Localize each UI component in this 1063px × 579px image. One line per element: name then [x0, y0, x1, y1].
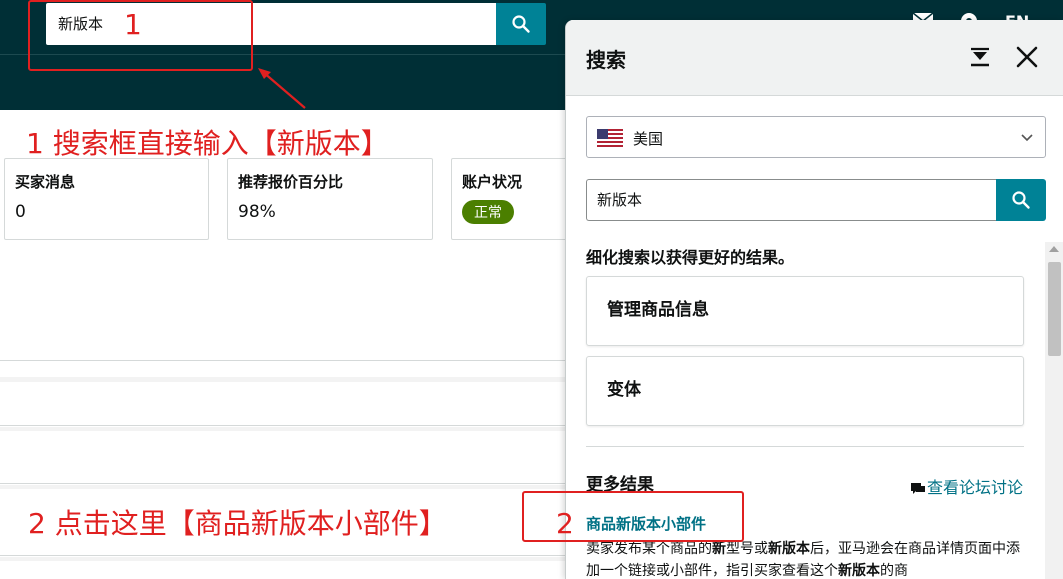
search-icon — [1012, 191, 1030, 209]
chevron-down-icon — [1021, 134, 1033, 142]
forum-link-label: 查看论坛讨论 — [927, 478, 1024, 497]
scroll-up-arrow[interactable] — [1049, 246, 1059, 252]
scroll-thumb[interactable] — [1048, 262, 1061, 356]
country-label: 美国 — [633, 130, 664, 148]
divider — [0, 555, 565, 556]
country-select[interactable]: 美国 — [586, 116, 1046, 158]
section-band — [0, 557, 565, 561]
forum-discussion-link[interactable]: 查看论坛讨论 — [911, 474, 1023, 498]
close-icon[interactable] — [1014, 44, 1040, 70]
annotation-number-1: 1 — [124, 8, 142, 41]
us-flag-icon — [597, 129, 623, 147]
panel-search-button[interactable] — [996, 179, 1046, 221]
divider — [0, 360, 565, 361]
card-buyer-messages[interactable]: 买家消息 0 — [4, 158, 209, 240]
section-band — [0, 485, 565, 489]
card-account-health[interactable]: 账户状况 正常 — [451, 158, 581, 240]
result-description: 卖家发布某个商品的新型号或新版本后，亚马逊会在商品详情页面中添加一个链接或小部件… — [586, 541, 1020, 579]
panel-scrollbar[interactable] — [1045, 242, 1063, 579]
card-value: 0 — [15, 202, 26, 222]
status-badge: 正常 — [462, 200, 514, 224]
annotation-arrow — [258, 68, 306, 109]
top-search-button[interactable] — [496, 3, 546, 45]
refine-option-manage-listings[interactable]: 管理商品信息 — [586, 276, 1024, 346]
card-featured-offer-percent[interactable]: 推荐报价百分比 98% — [227, 158, 433, 240]
search-icon — [512, 15, 530, 33]
card-value: 98% — [238, 202, 276, 222]
card-title: 账户状况 — [462, 173, 523, 191]
annotation-number-2: 2 — [556, 507, 574, 540]
dock-bottom-icon[interactable] — [968, 46, 992, 70]
divider — [0, 425, 565, 426]
card-title: 买家消息 — [15, 173, 76, 191]
refine-hint: 细化搜索以获得更好的结果。 — [586, 248, 795, 267]
chat-icon — [911, 482, 925, 494]
annotation-step-2: 2 点击这里【商品新版本小部件】 — [28, 507, 447, 540]
divider — [0, 483, 565, 484]
divider — [586, 446, 1024, 447]
annotation-step-1: 1 搜索框直接输入【新版本】 — [26, 127, 389, 160]
panel-title: 搜索 — [586, 48, 626, 72]
section-band — [0, 377, 565, 382]
refine-option-variations[interactable]: 变体 — [586, 356, 1024, 426]
panel-search-input[interactable]: 新版本 — [586, 179, 996, 221]
section-band — [0, 427, 565, 431]
card-title: 推荐报价百分比 — [238, 173, 344, 191]
search-panel-header: 搜索 — [566, 20, 1063, 96]
